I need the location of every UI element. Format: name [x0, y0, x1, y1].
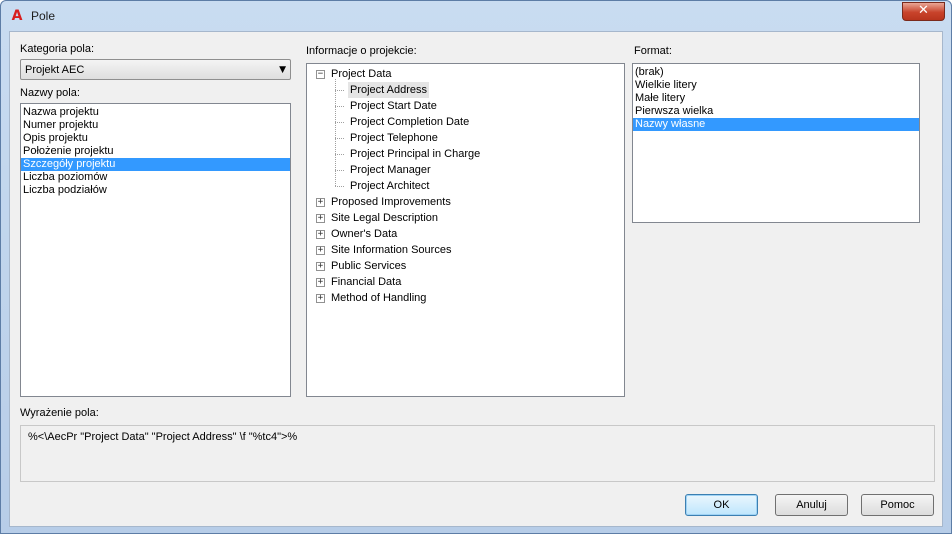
tree-node-project-data[interactable]: − Project Data — [307, 66, 617, 82]
expression-label: Wyrażenie pola: — [20, 407, 99, 419]
close-button[interactable]: ✕ — [902, 2, 945, 21]
expand-icon[interactable]: + — [316, 230, 325, 239]
tree-node-label: Owner's Data — [331, 228, 398, 240]
category-dropdown[interactable]: Projekt AEC ▼ — [20, 59, 291, 80]
cancel-button[interactable]: Anuluj — [775, 494, 848, 516]
expand-icon[interactable]: + — [316, 278, 325, 287]
tree-node-label: Project Telephone — [350, 132, 438, 144]
field-names-item[interactable]: Liczba poziomów — [21, 171, 290, 184]
tree-node-child[interactable]: Project Completion Date — [307, 114, 617, 130]
tree-node-child[interactable]: Project Start Date — [307, 98, 617, 114]
expand-icon[interactable]: + — [316, 246, 325, 255]
tree-node-collapsed[interactable]: + Public Services — [307, 258, 617, 274]
format-item[interactable]: (brak) — [633, 66, 919, 79]
tree-node-child[interactable]: Project Address — [307, 82, 617, 98]
field-names-item[interactable]: Szczegóły projektu — [21, 158, 290, 171]
ok-button[interactable]: OK — [685, 494, 758, 516]
category-label: Kategoria pola: — [20, 43, 94, 55]
close-icon: ✕ — [918, 3, 929, 18]
format-label: Format: — [634, 45, 672, 57]
tree-node-collapsed[interactable]: + Proposed Improvements — [307, 194, 617, 210]
category-dropdown-value: Projekt AEC — [25, 64, 85, 76]
tree-node-child[interactable]: Project Manager — [307, 162, 617, 178]
expression-value: %<\AecPr "Project Data" "Project Address… — [28, 431, 298, 443]
tree-node-label: Project Manager — [350, 164, 431, 176]
tree-node-label: Project Data — [331, 68, 392, 80]
tree-node-collapsed[interactable]: + Site Information Sources — [307, 242, 617, 258]
tree-node-collapsed[interactable]: + Site Legal Description — [307, 210, 617, 226]
format-item[interactable]: Nazwy własne — [633, 118, 919, 131]
project-info-label: Informacje o projekcie: — [306, 45, 417, 57]
field-names-label: Nazwy pola: — [20, 87, 80, 99]
format-item[interactable]: Małe litery — [633, 92, 919, 105]
field-names-item[interactable]: Położenie projektu — [21, 145, 290, 158]
tree-node-collapsed[interactable]: + Method of Handling — [307, 290, 617, 306]
tree-node-label: Site Information Sources — [331, 244, 452, 256]
tree-node-child[interactable]: Project Architect — [307, 178, 617, 194]
dialog-client-area: Kategoria pola: Projekt AEC ▼ Nazwy pola… — [9, 31, 943, 527]
tree-node-label: Public Services — [331, 260, 407, 272]
field-names-item[interactable]: Liczba podziałów — [21, 184, 290, 197]
tree-node-label: Project Principal in Charge — [350, 148, 481, 160]
expression-field[interactable]: %<\AecPr "Project Data" "Project Address… — [20, 425, 935, 482]
tree-node-child[interactable]: Project Telephone — [307, 130, 617, 146]
field-names-item[interactable]: Numer projektu — [21, 119, 290, 132]
tree-node-label: Site Legal Description — [331, 212, 439, 224]
tree-node-label: Project Architect — [350, 180, 430, 192]
field-names-item[interactable]: Opis projektu — [21, 132, 290, 145]
tree-node-collapsed[interactable]: + Financial Data — [307, 274, 617, 290]
tree-node-label: Proposed Improvements — [331, 196, 451, 208]
tree-node-label: Project Start Date — [350, 100, 437, 112]
format-list[interactable]: (brak) Wielkie litery Małe litery Pierwsza … — [632, 63, 920, 223]
expand-icon[interactable]: + — [316, 294, 325, 303]
field-names-item[interactable]: Nazwa projektu — [21, 106, 290, 119]
tree-node-label: Method of Handling — [331, 292, 427, 304]
format-item[interactable]: Pierwsza wielka — [633, 105, 919, 118]
tree-node-label: Project Address — [348, 82, 430, 98]
tree-node-collapsed[interactable]: + Owner's Data — [307, 226, 617, 242]
chevron-down-icon: ▼ — [279, 65, 286, 75]
tree-node-label: Project Completion Date — [350, 116, 470, 128]
format-item[interactable]: Wielkie litery — [633, 79, 919, 92]
expand-icon[interactable]: + — [316, 198, 325, 207]
help-button[interactable]: Pomoc — [861, 494, 934, 516]
autocad-app-icon: A — [11, 8, 23, 24]
project-info-tree[interactable]: − Project Data Project Address Project Star… — [306, 63, 625, 397]
expand-icon[interactable]: + — [316, 214, 325, 223]
tree-connector — [335, 79, 336, 186]
tree-node-label: Financial Data — [331, 276, 402, 288]
title-bar[interactable]: A Pole ✕ — [1, 1, 951, 31]
field-names-list[interactable]: Nazwa projektu Numer projektu Opis projekt… — [20, 103, 291, 397]
window-title: Pole — [31, 9, 56, 23]
dialog-window: A Pole ✕ Kategoria pola: Projekt AEC ▼ N… — [0, 0, 952, 534]
tree-node-child[interactable]: Project Principal in Charge — [307, 146, 617, 162]
collapse-icon[interactable]: − — [316, 70, 325, 79]
expand-icon[interactable]: + — [316, 262, 325, 271]
